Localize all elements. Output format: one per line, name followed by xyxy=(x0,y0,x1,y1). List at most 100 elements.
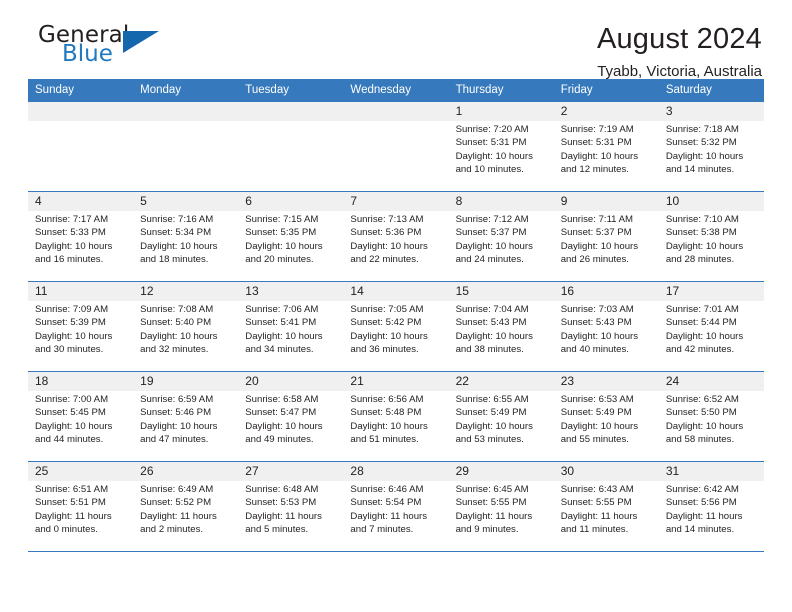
sunrise-time: Sunrise: 6:46 AM xyxy=(350,484,424,495)
calendar-day-cell[interactable]: 12 Sunrise: 7:08 AM Sunset: 5:40 PM Dayligh… xyxy=(133,281,239,372)
calendar-day-cell[interactable]: 19 Sunrise: 6:59 AM Sunset: 5:46 PM Dayligh… xyxy=(133,371,239,462)
day-number: 2 xyxy=(553,102,659,121)
daylight-duration-line1: Daylight: 10 hours xyxy=(35,240,113,252)
calendar-day-cell[interactable]: 17 Sunrise: 7:01 AM Sunset: 5:44 PM Dayligh… xyxy=(658,281,764,372)
sunrise-time: Sunrise: 7:10 AM xyxy=(665,214,739,225)
weekday-header-monday: Monday xyxy=(133,79,239,102)
day-number xyxy=(238,102,344,121)
daylight-duration-line1: Daylight: 11 hours xyxy=(140,510,217,522)
sunrise-time: Sunrise: 7:15 AM xyxy=(245,214,319,225)
sunrise-time: Sunrise: 7:03 AM xyxy=(560,304,634,315)
calendar-day-cell[interactable]: 28 Sunrise: 6:46 AM Sunset: 5:54 PM Dayligh… xyxy=(343,461,449,552)
calendar-week-row: 11 Sunrise: 7:09 AM Sunset: 5:39 PM Dayligh… xyxy=(28,281,764,372)
calendar-day-cell[interactable]: 6 Sunrise: 7:15 AM Sunset: 5:35 PM Daylight… xyxy=(238,191,344,282)
day-number: 30 xyxy=(553,462,659,481)
calendar-day-cell[interactable]: 2 Sunrise: 7:19 AM Sunset: 5:31 PM Daylight… xyxy=(553,101,659,192)
sunrise-time: Sunrise: 7:04 AM xyxy=(455,304,529,315)
daylight-duration-line2: and 9 minutes. xyxy=(455,524,519,536)
calendar-day-cell[interactable]: 30 Sunrise: 6:43 AM Sunset: 5:55 PM Dayligh… xyxy=(553,461,659,552)
sunset-time: Sunset: 5:56 PM xyxy=(665,497,737,509)
daylight-duration-line1: Daylight: 10 hours xyxy=(560,420,639,432)
day-number: 9 xyxy=(553,192,659,211)
day-number xyxy=(28,102,134,121)
sunset-time: Sunset: 5:45 PM xyxy=(35,407,106,419)
day-details: Sunrise: 6:52 AM Sunset: 5:50 PM Daylight:… xyxy=(659,391,764,447)
daylight-duration-line2: and 26 minutes. xyxy=(560,254,629,266)
sunrise-time: Sunrise: 6:42 AM xyxy=(665,484,739,495)
daylight-duration-line1: Daylight: 10 hours xyxy=(560,330,639,342)
daylight-duration-line2: and 42 minutes. xyxy=(665,344,735,356)
calendar-day-cell[interactable]: 29 Sunrise: 6:45 AM Sunset: 5:55 PM Dayligh… xyxy=(448,461,554,552)
day-details: Sunrise: 7:04 AM Sunset: 5:43 PM Daylight:… xyxy=(449,301,554,357)
calendar-day-cell[interactable]: 26 Sunrise: 6:49 AM Sunset: 5:52 PM Dayligh… xyxy=(133,461,239,552)
day-details: Sunrise: 6:42 AM Sunset: 5:56 PM Daylight:… xyxy=(659,481,764,537)
calendar-day-cell[interactable]: 16 Sunrise: 7:03 AM Sunset: 5:43 PM Dayligh… xyxy=(553,281,659,372)
calendar-day-cell[interactable]: 7 Sunrise: 7:13 AM Sunset: 5:36 PM Daylight… xyxy=(343,191,449,282)
calendar-day-cell[interactable]: 23 Sunrise: 6:53 AM Sunset: 5:49 PM Dayligh… xyxy=(553,371,659,462)
calendar-day-cell[interactable]: 10 Sunrise: 7:10 AM Sunset: 5:38 PM Dayligh… xyxy=(658,191,764,282)
calendar-day-cell[interactable]: 18 Sunrise: 7:00 AM Sunset: 5:45 PM Dayligh… xyxy=(28,371,134,462)
sunrise-time: Sunrise: 7:16 AM xyxy=(140,214,214,225)
daylight-duration-line1: Daylight: 11 hours xyxy=(245,510,322,522)
sunrise-time: Sunrise: 6:51 AM xyxy=(35,484,109,495)
sunrise-time: Sunrise: 6:55 AM xyxy=(455,394,529,405)
day-details: Sunrise: 7:11 AM Sunset: 5:37 PM Daylight:… xyxy=(554,211,659,267)
general-blue-logo[interactable]: General Blue xyxy=(28,22,228,74)
calendar-day-cell[interactable]: 24 Sunrise: 6:52 AM Sunset: 5:50 PM Dayligh… xyxy=(658,371,764,462)
calendar-day-cell[interactable]: 25 Sunrise: 6:51 AM Sunset: 5:51 PM Dayligh… xyxy=(28,461,134,552)
calendar-day-cell[interactable]: 13 Sunrise: 7:06 AM Sunset: 5:41 PM Dayligh… xyxy=(238,281,344,372)
calendar-day-cell[interactable]: 15 Sunrise: 7:04 AM Sunset: 5:43 PM Dayligh… xyxy=(448,281,554,372)
day-details: Sunrise: 7:18 AM Sunset: 5:32 PM Daylight:… xyxy=(659,121,764,177)
calendar-day-cell[interactable]: 27 Sunrise: 6:48 AM Sunset: 5:53 PM Dayligh… xyxy=(238,461,344,552)
calendar-day-cell[interactable]: 22 Sunrise: 6:55 AM Sunset: 5:49 PM Dayligh… xyxy=(448,371,554,462)
weekday-header-tuesday: Tuesday xyxy=(238,79,344,102)
calendar-day-cell[interactable]: 20 Sunrise: 6:58 AM Sunset: 5:47 PM Dayligh… xyxy=(238,371,344,462)
day-number: 13 xyxy=(238,282,344,301)
calendar-day-cell[interactable]: 8 Sunrise: 7:12 AM Sunset: 5:37 PM Daylight… xyxy=(448,191,554,282)
calendar-day-cell[interactable]: 4 Sunrise: 7:17 AM Sunset: 5:33 PM Daylight… xyxy=(28,191,134,282)
calendar-day-cell[interactable]: 9 Sunrise: 7:11 AM Sunset: 5:37 PM Daylight… xyxy=(553,191,659,282)
day-number: 1 xyxy=(448,102,554,121)
daylight-duration-line1: Daylight: 10 hours xyxy=(560,150,639,162)
calendar-day-cell[interactable]: 11 Sunrise: 7:09 AM Sunset: 5:39 PM Dayligh… xyxy=(28,281,134,372)
sunset-time: Sunset: 5:54 PM xyxy=(350,497,422,509)
daylight-duration-line1: Daylight: 10 hours xyxy=(350,420,428,432)
weekday-header-thursday: Thursday xyxy=(448,79,554,102)
calendar-day-cell[interactable]: 5 Sunrise: 7:16 AM Sunset: 5:34 PM Daylight… xyxy=(133,191,239,282)
daylight-duration-line1: Daylight: 10 hours xyxy=(665,240,744,252)
day-number: 8 xyxy=(448,192,554,211)
sunrise-time: Sunrise: 7:17 AM xyxy=(35,214,109,225)
sunrise-time: Sunrise: 7:12 AM xyxy=(455,214,529,225)
day-number: 17 xyxy=(658,282,764,301)
sunset-time: Sunset: 5:51 PM xyxy=(35,497,106,509)
sunrise-time: Sunrise: 7:05 AM xyxy=(350,304,424,315)
daylight-duration-line2: and 14 minutes. xyxy=(665,164,735,176)
calendar-day-cell[interactable]: 1 Sunrise: 7:20 AM Sunset: 5:31 PM Daylight… xyxy=(448,101,554,192)
day-details: Sunrise: 7:10 AM Sunset: 5:38 PM Daylight:… xyxy=(659,211,764,267)
sunrise-time: Sunrise: 6:48 AM xyxy=(245,484,319,495)
calendar-day-cell[interactable]: 14 Sunrise: 7:05 AM Sunset: 5:42 PM Dayligh… xyxy=(343,281,449,372)
daylight-duration-line2: and 44 minutes. xyxy=(35,434,104,446)
daylight-duration-line2: and 30 minutes. xyxy=(35,344,104,356)
day-number: 23 xyxy=(553,372,659,391)
sunset-time: Sunset: 5:34 PM xyxy=(140,227,212,239)
daylight-duration-line1: Daylight: 10 hours xyxy=(350,240,428,252)
sunset-time: Sunset: 5:31 PM xyxy=(455,137,527,149)
sunrise-time: Sunrise: 6:52 AM xyxy=(665,394,739,405)
daylight-duration-line2: and 0 minutes. xyxy=(35,524,98,536)
day-details: Sunrise: 6:53 AM Sunset: 5:49 PM Daylight:… xyxy=(554,391,659,447)
sunset-time: Sunset: 5:37 PM xyxy=(455,227,527,239)
sunrise-time: Sunrise: 7:11 AM xyxy=(560,214,634,225)
daylight-duration-line1: Daylight: 10 hours xyxy=(245,240,323,252)
calendar-day-cell[interactable]: 21 Sunrise: 6:56 AM Sunset: 5:48 PM Dayligh… xyxy=(343,371,449,462)
daylight-duration-line1: Daylight: 10 hours xyxy=(245,330,323,342)
calendar-day-cell[interactable]: 3 Sunrise: 7:18 AM Sunset: 5:32 PM Daylight… xyxy=(658,101,764,192)
calendar-day-cell[interactable]: 31 Sunrise: 6:42 AM Sunset: 5:56 PM Dayligh… xyxy=(658,461,764,552)
daylight-duration-line2: and 34 minutes. xyxy=(245,344,314,356)
sunrise-time: Sunrise: 6:49 AM xyxy=(140,484,214,495)
daylight-duration-line2: and 11 minutes. xyxy=(560,524,629,536)
daylight-duration-line2: and 28 minutes. xyxy=(665,254,735,266)
sunset-time: Sunset: 5:33 PM xyxy=(35,227,106,239)
daylight-duration-line1: Daylight: 10 hours xyxy=(140,240,218,252)
sunset-time: Sunset: 5:44 PM xyxy=(665,317,737,329)
